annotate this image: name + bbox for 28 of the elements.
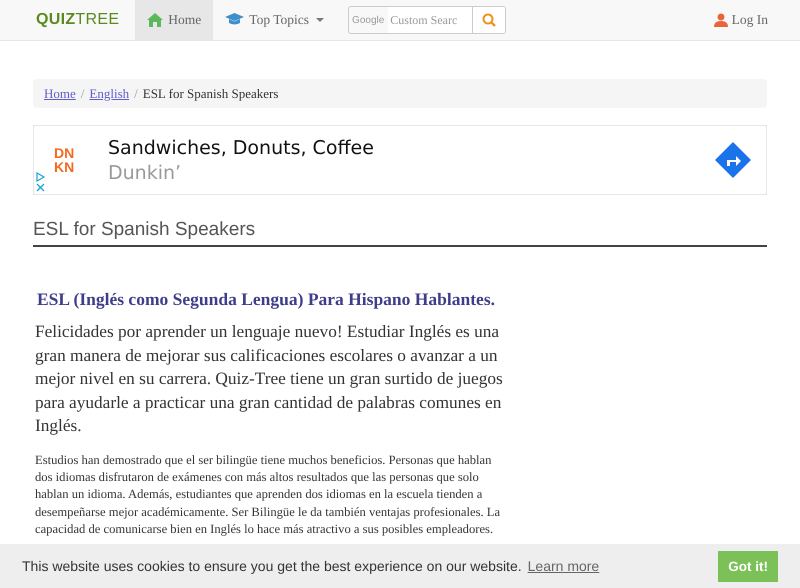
search-button[interactable] xyxy=(472,7,506,33)
search-field[interactable]: Google Custom Searc xyxy=(348,6,506,34)
lead-paragraph: Felicidades por aprender un lenguaje nuevo! Estudiar Inglés es una gran manera de mejorar sus calificaciones escolares o avanzar a un mejor nivel en su carrera. Quiz-Tree tiene un gran surtido de juegos para ayudarle a practicar una gran cantidad de palabras comunes en Inglés. xyxy=(35,321,503,437)
breadcrumb-separator: / xyxy=(80,86,84,102)
ad-banner[interactable]: DN KN Sandwiches, Donuts, Coffee Dunkin’ xyxy=(33,125,767,195)
cookie-message: This website uses cookies to ensure you get the best experience on our website. xyxy=(22,558,522,574)
home-icon xyxy=(147,13,164,27)
ad-choices-icon[interactable] xyxy=(36,172,45,192)
article-heading: ESL (Inglés como Segunda Lengua) Para Hispano Hablantes. xyxy=(37,289,496,310)
breadcrumb-current: ESL for Spanish Speakers xyxy=(142,86,278,102)
breadcrumb-separator: / xyxy=(134,86,138,102)
ad-headline: Sandwiches, Donuts, Coffee xyxy=(108,136,374,158)
graduation-cap-icon xyxy=(225,13,244,27)
advertiser-logo: DN KN xyxy=(54,146,76,174)
breadcrumb-link[interactable]: Home xyxy=(44,86,76,102)
learn-more-link[interactable]: Learn more xyxy=(528,558,600,574)
login-link[interactable]: Log In xyxy=(714,12,768,28)
search-brand: Google xyxy=(351,14,386,26)
directions-icon[interactable] xyxy=(714,141,752,179)
nav-item[interactable]: Home xyxy=(135,0,214,40)
body-paragraph: Estudios han demostrado que el ser bilingüe tiene muchos beneficios. Personas que hablan dos idiomas disfrutaron de exámenes con más altos resultados que las personas que solo hablan un idioma. Además, estudiantes que aprenden dos idiomas en la escuela tienden a desempeñarse mejor académicamente. Ser Bilingüe le da también ventajas profesionales. La capacidad de comunicarse bien en Inglés lo hace más atractivo a sus posibles empleadores. xyxy=(35,452,502,538)
breadcrumb-link[interactable]: English xyxy=(89,86,130,102)
search-icon xyxy=(482,13,496,27)
page-title: ESL for Spanish Speakers xyxy=(33,219,767,247)
ad-advertiser: Dunkin’ xyxy=(108,162,182,184)
user-icon xyxy=(714,13,728,27)
nav-item[interactable]: Top Topics xyxy=(213,0,336,40)
site-logo[interactable]: QUIZTREE xyxy=(36,11,120,29)
